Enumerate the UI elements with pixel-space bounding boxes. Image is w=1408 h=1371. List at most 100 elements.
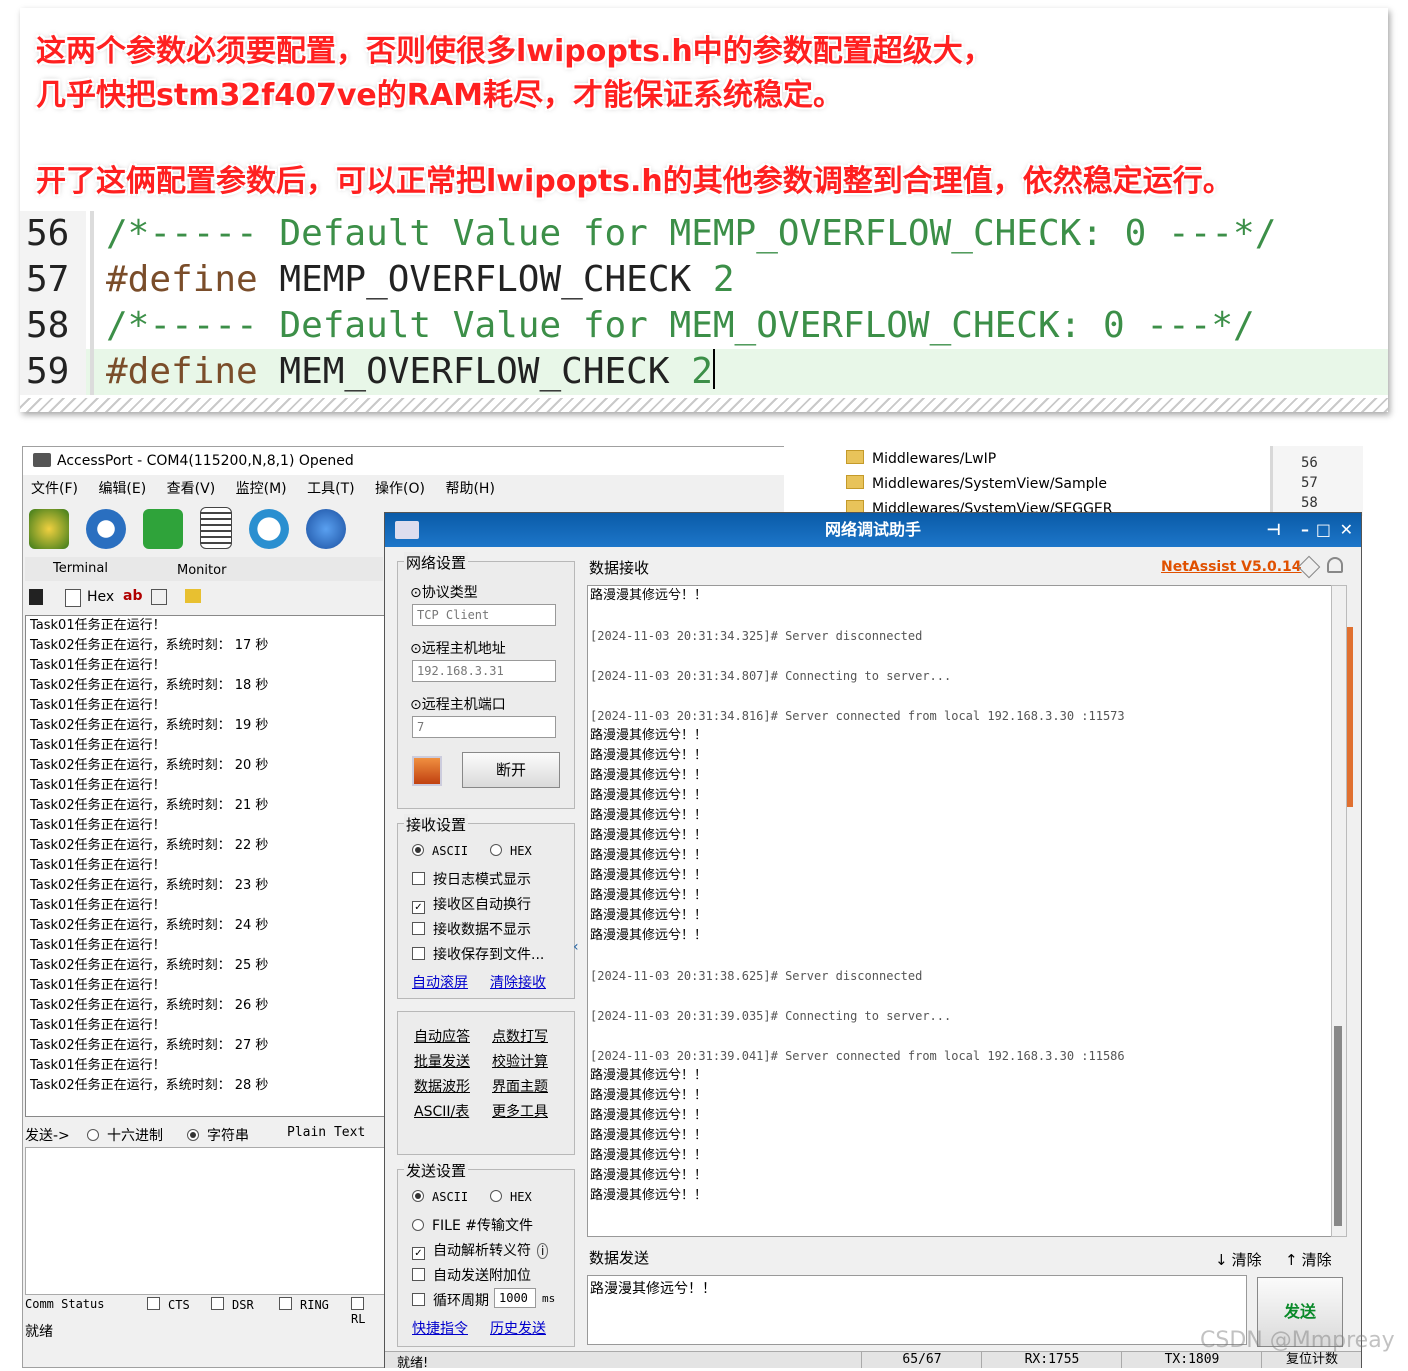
send-tab[interactable]: 数据发送 bbox=[589, 1247, 649, 1268]
menu-view[interactable]: 查看(V) bbox=[167, 481, 216, 497]
data-line: 路漫漫其修远兮！！ bbox=[590, 588, 708, 603]
cycle-input[interactable]: 1000 bbox=[494, 1288, 536, 1308]
watermark: CSDN @Mmpreay bbox=[1200, 1328, 1395, 1353]
tool-batch-send[interactable]: 批量发送 bbox=[414, 1051, 470, 1071]
refresh-icon[interactable] bbox=[249, 509, 290, 549]
terminal-line: Task01任务正在运行！ bbox=[30, 938, 166, 953]
menu-monitor[interactable]: 监控(M) bbox=[236, 481, 287, 497]
terminal-line: Task01任务正在运行！ bbox=[30, 1058, 166, 1073]
collapse-icon[interactable]: ‹ bbox=[573, 939, 579, 955]
data-line: 路漫漫其修远兮！！ bbox=[590, 848, 708, 863]
tree-item[interactable]: Middlewares/LwIP bbox=[846, 450, 996, 467]
tool-auto-reply[interactable]: 自动应答 bbox=[414, 1026, 470, 1046]
radio-hex[interactable]: 十六进制 bbox=[87, 1125, 163, 1145]
data-line: 路漫漫其修远兮！！ bbox=[590, 888, 708, 903]
save-icon[interactable] bbox=[29, 589, 43, 605]
auto-wrap-checkbox[interactable]: ✓ 接收区自动换行 bbox=[412, 894, 531, 914]
minimize-icon[interactable]: – bbox=[1301, 513, 1309, 547]
tool-theme[interactable]: 界面主题 bbox=[492, 1076, 548, 1096]
send-input[interactable]: 路漫漫其修远兮！！ bbox=[587, 1275, 1247, 1345]
tab-terminal[interactable]: Terminal bbox=[53, 561, 108, 576]
protocol-select[interactable]: TCP Client bbox=[412, 604, 556, 626]
host-input[interactable]: 192.168.3.31 bbox=[412, 660, 556, 682]
terminal-output[interactable]: Task01任务正在运行！ Task02任务正在运行，系统时刻： 17 秒 Task… bbox=[25, 615, 385, 1117]
torn-edge bbox=[20, 398, 1388, 412]
ab-toggle[interactable]: ab bbox=[123, 588, 142, 604]
crlf-icon[interactable] bbox=[185, 589, 201, 603]
tab-monitor[interactable]: Monitor bbox=[177, 563, 226, 578]
folder-icon bbox=[846, 450, 864, 464]
bell-icon[interactable] bbox=[1327, 557, 1343, 573]
recv-ascii-radio[interactable]: ASCII bbox=[412, 844, 468, 858]
checkbox-label: 接收保存到文件... bbox=[433, 947, 545, 963]
log-mode-checkbox[interactable]: 按日志模式显示 bbox=[412, 869, 531, 889]
maximize-icon[interactable]: □ bbox=[1316, 513, 1331, 547]
clear-label: 清除 bbox=[1301, 1251, 1332, 1269]
pin-icon[interactable]: ⊣ bbox=[1266, 513, 1281, 547]
data-line: 路漫漫其修远兮！！ bbox=[590, 728, 708, 743]
history-link[interactable]: 历史发送 bbox=[490, 1318, 546, 1338]
radio-string-label: 字符串 bbox=[207, 1128, 249, 1144]
file-radio[interactable]: FILE #传输文件 bbox=[412, 1215, 533, 1235]
receive-scrollbar[interactable] bbox=[1331, 585, 1347, 1237]
radio-label: HEX bbox=[510, 1190, 532, 1204]
dsr-indicator: DSR bbox=[211, 1297, 254, 1312]
terminal-line: Task01任务正在运行！ bbox=[30, 978, 166, 993]
terminal-line: Task02任务正在运行，系统时刻： 18 秒 bbox=[30, 678, 269, 693]
clear-send-button[interactable]: ↑ 清除 bbox=[1285, 1249, 1332, 1270]
network-settings-group: 网络设置 ⊙协议类型 TCP Client ⊙远程主机地址 192.168.3.… bbox=[397, 552, 575, 809]
tool-more[interactable]: 更多工具 bbox=[492, 1101, 548, 1121]
hex-toggle[interactable]: Hex bbox=[87, 589, 114, 605]
line-number: 57 bbox=[1301, 475, 1318, 491]
quick-cmd-link[interactable]: 快捷指令 bbox=[412, 1318, 468, 1338]
edit-icon[interactable] bbox=[151, 589, 167, 605]
power-icon[interactable] bbox=[86, 509, 127, 549]
checkbox-label: 接收区自动换行 bbox=[433, 897, 531, 913]
radio-string[interactable]: 字符串 bbox=[187, 1125, 249, 1145]
port-input[interactable]: 7 bbox=[412, 716, 556, 738]
clear-recv-button[interactable]: ↓ 清除 bbox=[1215, 1249, 1262, 1270]
version-link[interactable]: NetAssist V5.0.14 bbox=[1161, 559, 1302, 575]
data-line: 路漫漫其修远兮！！ bbox=[590, 1128, 708, 1143]
escape-parse-checkbox[interactable]: ✓ 自动解析转义符 i bbox=[412, 1240, 549, 1260]
cycle-checkbox[interactable]: 循环周期 bbox=[412, 1290, 489, 1310]
menu-edit[interactable]: 编辑(E) bbox=[98, 481, 146, 497]
menu-file[interactable]: 文件(F) bbox=[31, 481, 78, 497]
status-ready: 就绪! bbox=[397, 1356, 429, 1371]
close-icon[interactable]: ✕ bbox=[1340, 513, 1353, 547]
scrollbar-thumb[interactable] bbox=[1334, 1026, 1342, 1226]
append-bit-checkbox[interactable]: 自动发送附加位 bbox=[412, 1265, 531, 1285]
tree-item-label: Middlewares/SystemView/Sample bbox=[872, 476, 1107, 492]
tool-ascii-table[interactable]: ASCII/表 bbox=[414, 1101, 469, 1121]
tool-point-write[interactable]: 点数打写 bbox=[492, 1026, 548, 1046]
terminal-line: Task02任务正在运行，系统时刻： 28 秒 bbox=[30, 1078, 269, 1093]
notepad-icon[interactable] bbox=[200, 507, 233, 549]
settings-gear-icon[interactable] bbox=[29, 509, 69, 549]
send-hex-radio[interactable]: HEX bbox=[490, 1190, 532, 1204]
info-icon[interactable]: i bbox=[537, 1243, 549, 1259]
menu-help[interactable]: 帮助(H) bbox=[445, 481, 494, 497]
save-file-checkbox[interactable]: 接收保存到文件... bbox=[412, 944, 544, 964]
arrow-right-icon[interactable] bbox=[143, 509, 184, 549]
disconnect-button[interactable]: 断开 bbox=[462, 752, 560, 788]
recv-tab[interactable]: 数据接收 bbox=[589, 557, 649, 578]
hide-data-checkbox[interactable]: 接收数据不显示 bbox=[412, 919, 531, 939]
auto-scroll-link[interactable]: 自动滚屏 bbox=[412, 972, 468, 992]
send-input[interactable] bbox=[25, 1147, 385, 1295]
recv-hex-radio[interactable]: HEX bbox=[490, 844, 532, 858]
receive-area[interactable]: 路漫漫其修远兮！！ [2024-11-03 20:31:34.325]# Serv… bbox=[587, 585, 1333, 1237]
tree-item[interactable]: Middlewares/SystemView/Sample bbox=[846, 475, 1107, 492]
menu-operate[interactable]: 操作(O) bbox=[375, 481, 425, 497]
help-icon[interactable] bbox=[306, 509, 347, 549]
plain-text-select[interactable]: Plain Text bbox=[287, 1125, 365, 1140]
accessport-status: 就绪 bbox=[25, 1324, 53, 1340]
netassist-status-bar: 就绪! 65/67 RX:1755 TX:1809 复位计数 bbox=[385, 1351, 1361, 1371]
clear-recv-link[interactable]: 清除接收 bbox=[490, 972, 546, 992]
view-icon[interactable] bbox=[65, 589, 81, 607]
tool-checksum[interactable]: 校验计算 bbox=[492, 1051, 548, 1071]
tool-waveform[interactable]: 数据波形 bbox=[414, 1076, 470, 1096]
send-ascii-radio[interactable]: ASCII bbox=[412, 1190, 468, 1204]
menu-tools[interactable]: 工具(T) bbox=[307, 481, 354, 497]
app-menu-icon[interactable] bbox=[395, 521, 419, 539]
